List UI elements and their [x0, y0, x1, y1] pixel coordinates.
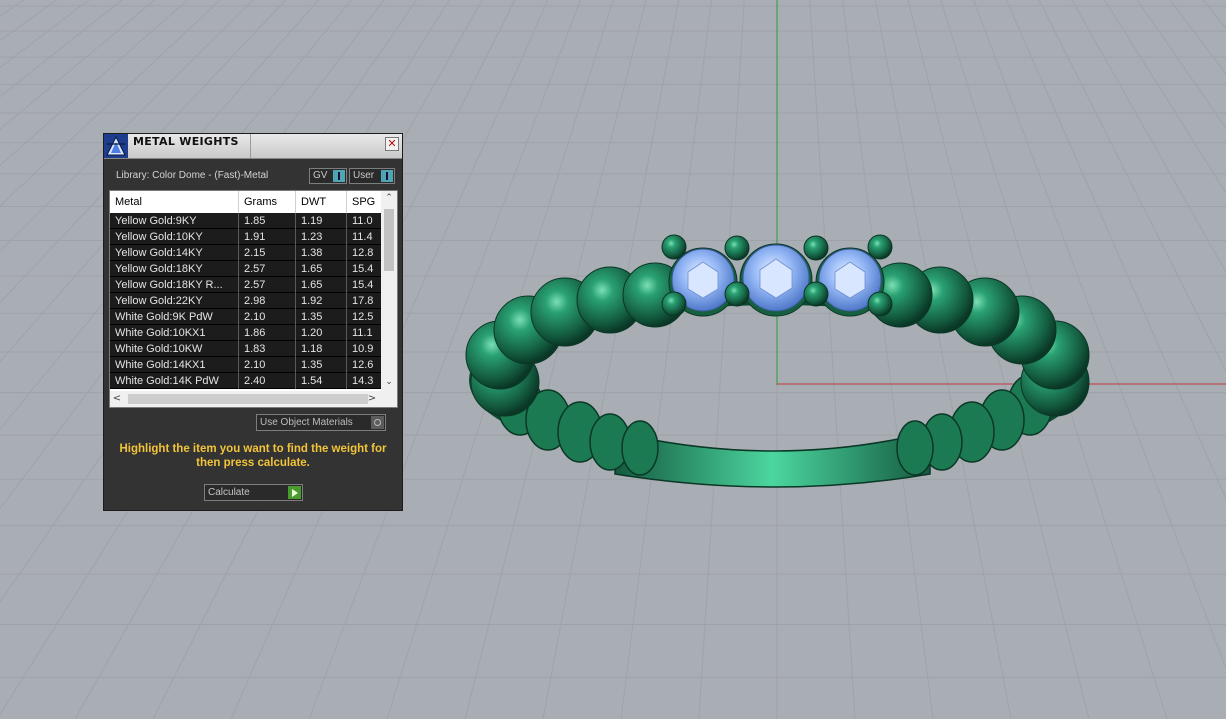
cell-grams: 2.40: [239, 373, 296, 389]
column-header-dwt[interactable]: DWT: [296, 191, 347, 213]
cell-dwt: 1.35: [296, 309, 347, 325]
cell-metal: Yellow Gold:22KY: [110, 293, 239, 309]
table-row[interactable]: White Gold:14K PdW 2.40 1.54 14.3: [110, 373, 387, 389]
cell-grams: 1.85: [239, 213, 296, 229]
scroll-down-icon[interactable]: ⌄: [381, 375, 397, 389]
table-row[interactable]: Yellow Gold:18KY 2.57 1.65 15.4: [110, 261, 387, 277]
column-header-metal[interactable]: Metal: [110, 191, 239, 213]
cell-dwt: 1.20: [296, 325, 347, 341]
play-arrow-icon: [288, 486, 301, 499]
cell-grams: 2.57: [239, 261, 296, 277]
toggle-knob-icon: [381, 170, 393, 182]
cell-grams: 2.98: [239, 293, 296, 309]
table-row[interactable]: Yellow Gold:9KY 1.85 1.19 11.0: [110, 213, 387, 229]
table-row[interactable]: Yellow Gold:14KY 2.15 1.38 12.8: [110, 245, 387, 261]
metal-weights-panel: METAL WEIGHTS ✕ Library: Color Dome - (F…: [103, 133, 403, 511]
cell-dwt: 1.19: [296, 213, 347, 229]
cell-grams: 2.10: [239, 309, 296, 325]
cell-dwt: 1.18: [296, 341, 347, 357]
cell-grams: 2.15: [239, 245, 296, 261]
table-row[interactable]: Yellow Gold:18KY R... 2.57 1.65 15.4: [110, 277, 387, 293]
cell-grams: 1.86: [239, 325, 296, 341]
table-body: Yellow Gold:9KY 1.85 1.19 11.0 Yellow Gold:1…: [110, 213, 387, 389]
cell-metal: Yellow Gold:18KY: [110, 261, 239, 277]
panel-title: METAL WEIGHTS: [133, 135, 239, 148]
metal-weights-app-icon: [104, 134, 128, 158]
cell-metal: Yellow Gold:10KY: [110, 229, 239, 245]
cell-dwt: 1.23: [296, 229, 347, 245]
metal-table[interactable]: Metal Grams DWT SPG Yellow Gold:9KY 1.85 1…: [109, 190, 398, 408]
cell-grams: 2.10: [239, 357, 296, 373]
use-object-materials-option[interactable]: Use Object Materials: [256, 414, 386, 431]
close-button[interactable]: ✕: [385, 137, 399, 151]
cell-metal: White Gold:14K PdW: [110, 373, 239, 389]
scroll-left-icon[interactable]: <: [110, 391, 124, 407]
cell-grams: 1.91: [239, 229, 296, 245]
library-label: Library: Color Dome - (Fast)-Metal: [116, 170, 269, 181]
vertical-scroll-thumb[interactable]: [384, 209, 394, 271]
cell-dwt: 1.54: [296, 373, 347, 389]
cell-metal: Yellow Gold:14KY: [110, 245, 239, 261]
use-object-materials-label: Use Object Materials: [260, 417, 353, 428]
cell-dwt: 1.65: [296, 277, 347, 293]
horizontal-scrollbar[interactable]: < >: [110, 391, 397, 407]
scroll-up-icon[interactable]: ⌃: [381, 191, 397, 205]
toggle-knob-icon: [333, 170, 345, 182]
cell-dwt: 1.92: [296, 293, 347, 309]
table-row[interactable]: White Gold:14KX1 2.10 1.35 12.6: [110, 357, 387, 373]
user-toggle[interactable]: User: [349, 168, 395, 184]
title-tab-divider: [250, 134, 251, 158]
table-row[interactable]: White Gold:10KX1 1.86 1.20 11.1: [110, 325, 387, 341]
gv-toggle[interactable]: GV: [309, 168, 347, 184]
cell-metal: White Gold:10KX1: [110, 325, 239, 341]
scroll-right-icon[interactable]: >: [365, 391, 379, 407]
cell-metal: White Gold:9K PdW: [110, 309, 239, 325]
close-icon: ✕: [387, 137, 397, 150]
gv-toggle-label: GV: [313, 170, 328, 181]
cell-dwt: 1.65: [296, 261, 347, 277]
cell-metal: White Gold:14KX1: [110, 357, 239, 373]
calculate-button[interactable]: Calculate: [204, 484, 303, 501]
table-header: Metal Grams DWT SPG: [110, 191, 387, 213]
table-row[interactable]: White Gold:9K PdW 2.10 1.35 12.5: [110, 309, 387, 325]
cell-grams: 2.57: [239, 277, 296, 293]
cell-grams: 1.83: [239, 341, 296, 357]
horizontal-scroll-thumb[interactable]: [128, 394, 368, 404]
calculate-label: Calculate: [208, 487, 250, 498]
user-toggle-label: User: [353, 170, 375, 181]
table-row[interactable]: Yellow Gold:10KY 1.91 1.23 11.4: [110, 229, 387, 245]
instruction-text: Highlight the item you want to find the …: [119, 443, 387, 469]
table-row[interactable]: Yellow Gold:22KY 2.98 1.92 17.8: [110, 293, 387, 309]
cell-dwt: 1.38: [296, 245, 347, 261]
cell-dwt: 1.35: [296, 357, 347, 373]
vertical-scrollbar[interactable]: ⌃ ⌄: [381, 191, 397, 391]
radio-icon[interactable]: [371, 416, 384, 429]
panel-titlebar[interactable]: METAL WEIGHTS ✕: [104, 134, 402, 159]
table-row[interactable]: White Gold:10KW 1.83 1.18 10.9: [110, 341, 387, 357]
cell-metal: Yellow Gold:18KY R...: [110, 277, 239, 293]
cell-metal: White Gold:10KW: [110, 341, 239, 357]
column-header-grams[interactable]: Grams: [239, 191, 296, 213]
cell-metal: Yellow Gold:9KY: [110, 213, 239, 229]
